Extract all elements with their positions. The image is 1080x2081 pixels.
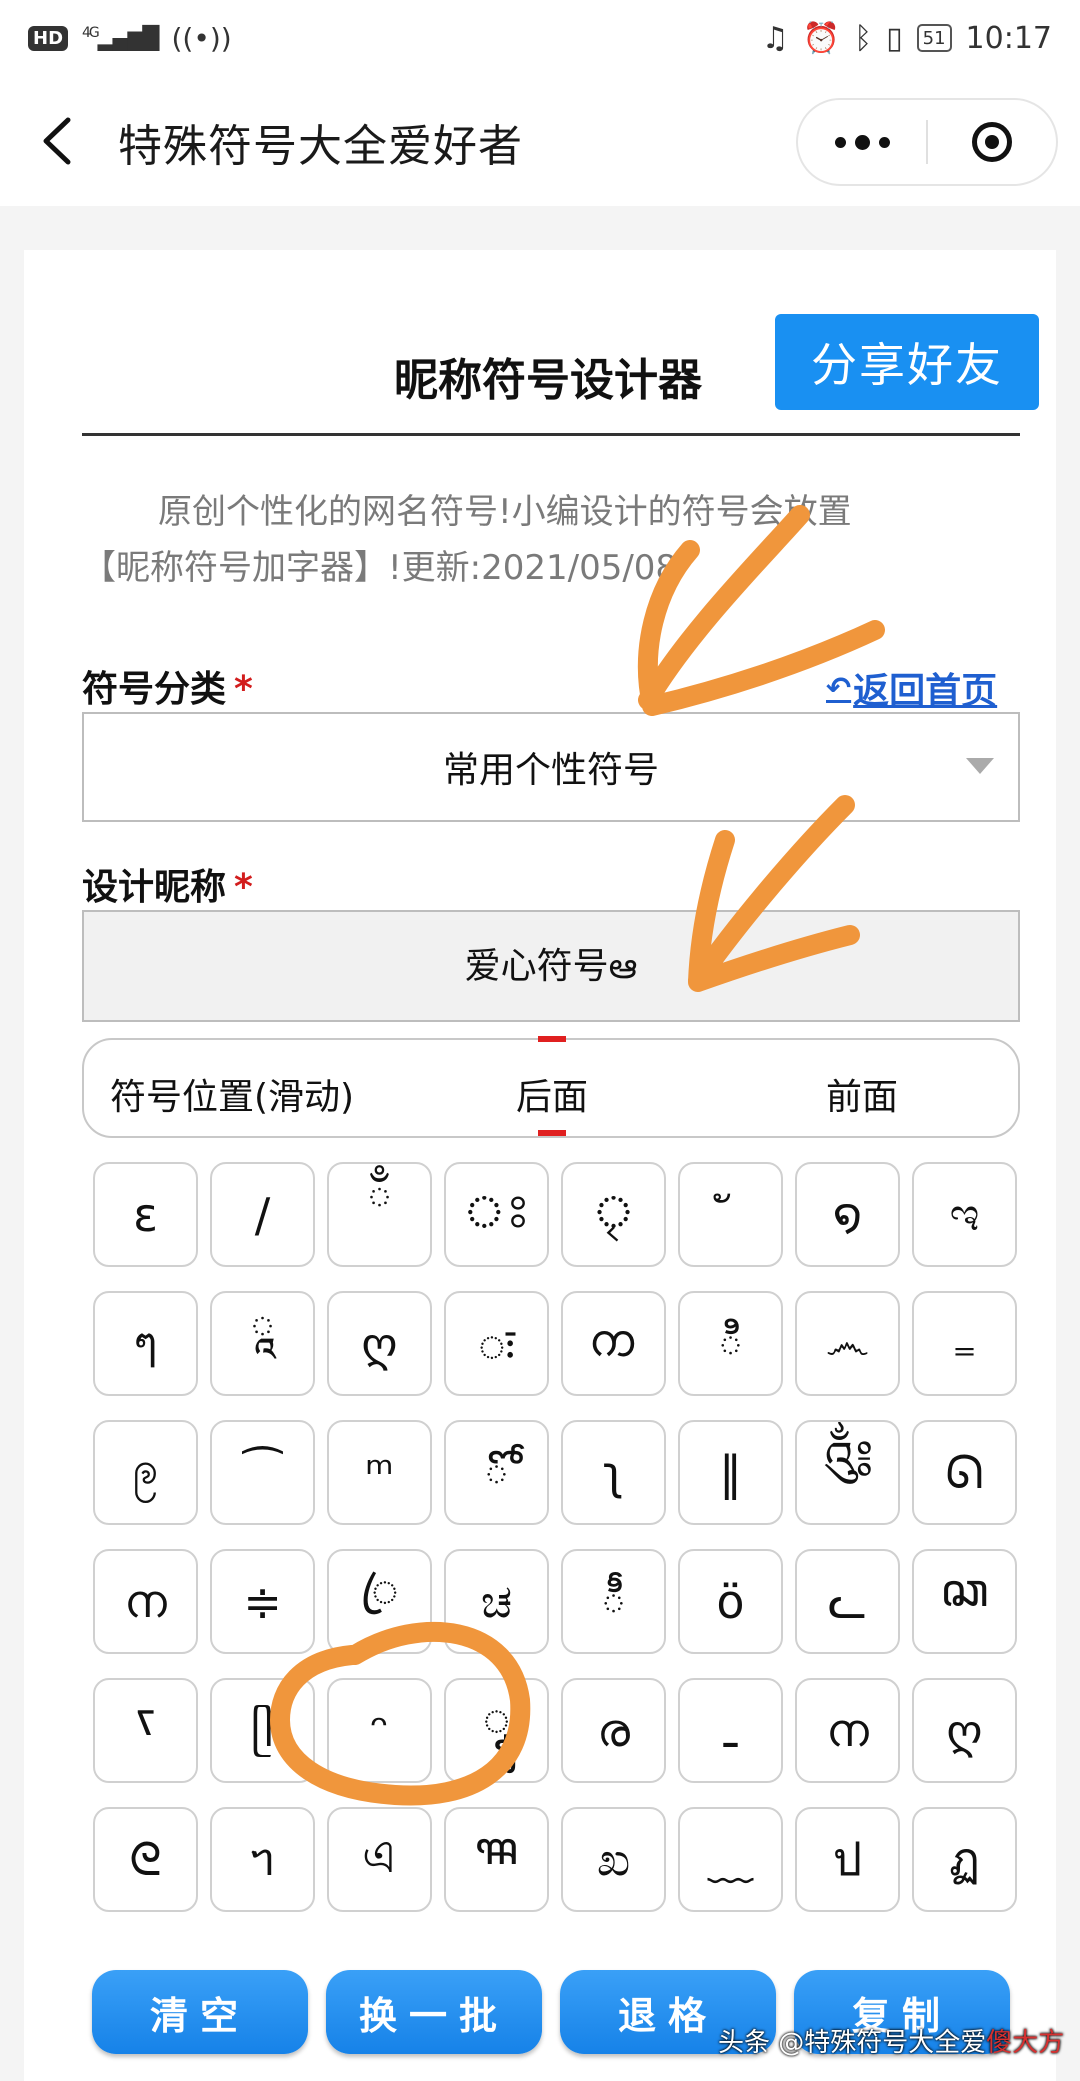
- symbol-cell[interactable]: /: [210, 1162, 315, 1267]
- page-title: 昵称符号设计器: [394, 355, 702, 406]
- symbol-cell[interactable]: ో: [444, 1420, 549, 1525]
- symbol-cell[interactable]: ന: [795, 1678, 900, 1783]
- selected-indicator-bottom: [538, 1130, 566, 1136]
- required-mark: *: [234, 867, 253, 908]
- symbol-cell[interactable]: ≑: [210, 1549, 315, 1654]
- symbol-cell[interactable]: ः: [444, 1291, 549, 1396]
- symbol-cell[interactable]: ꦯ: [444, 1807, 549, 1912]
- symbol-cell[interactable]: ༃: [795, 1420, 900, 1525]
- watermark-brand: 傻大方: [986, 2028, 1065, 2058]
- position-label: 符号位置(滑动): [110, 1077, 355, 1118]
- symbol-cell[interactable]: ـ: [678, 1678, 783, 1783]
- intro-line-1: 原创个性化的网名符号!小编设计的符号会放置: [158, 492, 852, 532]
- more-icon: [834, 136, 846, 148]
- nickname-label: 设计昵称 *: [82, 858, 253, 910]
- title-divider: [82, 433, 1020, 436]
- return-home-label: 返回首页: [853, 671, 998, 712]
- shuffle-button[interactable]: 换一批: [326, 1970, 542, 2054]
- symbol-cell[interactable]: ᘏ: [912, 1420, 1017, 1525]
- symbol-cell[interactable]: ᥐ: [210, 1807, 315, 1912]
- vibrate-icon: ▯: [886, 20, 903, 56]
- symbol-cell[interactable]: ᵔ: [327, 1678, 432, 1783]
- bluetooth-icon: ᛒ: [854, 20, 873, 56]
- symbol-cell[interactable]: ღ: [912, 1678, 1017, 1783]
- symbol-cell[interactable]: ಖ: [561, 1807, 666, 1912]
- battery-icon: 51: [916, 24, 952, 52]
- symbol-cell[interactable]: ര: [561, 1678, 666, 1783]
- more-options-button[interactable]: [798, 100, 926, 184]
- symbol-cell[interactable]: ฏ: [912, 1807, 1017, 1912]
- watermark-prefix: 头条 @特殊符号大全爱: [718, 2028, 987, 2058]
- nav-bar: 特殊符号大全爱好者: [0, 76, 1080, 206]
- required-mark: *: [234, 669, 253, 710]
- category-label: 符号分类 *: [82, 660, 253, 712]
- symbol-cell[interactable]: ෴: [795, 1291, 900, 1396]
- alarm-icon: ⏰: [802, 20, 841, 56]
- category-label-text: 符号分类: [82, 669, 227, 710]
- signal-icon: 4G▂▄▆█: [82, 24, 159, 52]
- symbol-cell[interactable]: ₌: [912, 1291, 1017, 1396]
- symbol-cell[interactable]: ి: [678, 1291, 783, 1396]
- chevron-down-icon: [966, 758, 994, 774]
- symbol-cell[interactable]: ɛ: [93, 1162, 198, 1267]
- symbol-cell[interactable]: ྃ: [327, 1162, 432, 1267]
- position-option-before[interactable]: 前面: [826, 1068, 898, 1120]
- symbol-cell[interactable]: ꦕ: [912, 1549, 1017, 1654]
- symbol-position-picker[interactable]: 符号位置(滑动) 后面 前面: [82, 1036, 1020, 1138]
- wifi-icon: ((•)): [171, 21, 232, 55]
- symbol-cell[interactable]: ీ: [561, 1549, 666, 1654]
- watermark: 头条 @特殊符号大全爱傻大方: [718, 2022, 1064, 2059]
- symbol-cell[interactable]: ന: [93, 1549, 198, 1654]
- symbol-cell[interactable]: ั: [678, 1162, 783, 1267]
- return-icon: ↶: [826, 670, 852, 706]
- clear-button[interactable]: 清空: [92, 1970, 308, 2054]
- mini-program-capsule: [796, 98, 1058, 186]
- symbol-cell[interactable]: ๆ: [93, 1291, 198, 1396]
- category-select[interactable]: 常用个性符号: [82, 712, 1020, 822]
- nav-title: 特殊符号大全爱好者: [118, 121, 523, 172]
- symbol-cell[interactable]: ö: [678, 1549, 783, 1654]
- clock-time: 10:17: [965, 20, 1052, 56]
- position-option-after[interactable]: 后面: [516, 1068, 588, 1120]
- back-arrow-icon[interactable]: [38, 116, 78, 166]
- symbol-cell[interactable]: ꧏ: [93, 1678, 198, 1783]
- symbol-cell[interactable]: এ: [327, 1807, 432, 1912]
- headphone-icon: ♫: [761, 20, 789, 56]
- symbol-cell[interactable]: ‖: [678, 1420, 783, 1525]
- symbol-cell[interactable]: ʅ: [561, 1420, 666, 1525]
- symbol-cell[interactable]: ᘓ: [93, 1807, 198, 1912]
- symbol-cell[interactable]: ಚ: [444, 1549, 549, 1654]
- symbol-cell[interactable]: ꦿ: [327, 1549, 432, 1654]
- symbol-cell[interactable]: ᥫ: [210, 1678, 315, 1783]
- category-selected-value: 常用个性符号: [442, 750, 659, 791]
- nickname-label-text: 设计昵称: [82, 867, 227, 908]
- share-friends-button[interactable]: 分享好友: [775, 314, 1039, 410]
- symbol-cell[interactable]: ဨ: [93, 1420, 198, 1525]
- nickname-preview-field[interactable]: 爱心符号ఆ: [82, 910, 1020, 1022]
- hd-icon: HD: [28, 25, 69, 51]
- symbol-cell[interactable]: ป: [795, 1807, 900, 1912]
- nickname-preview-text: 爱心符号ఆ: [464, 945, 638, 987]
- symbol-cell[interactable]: ໑: [795, 1162, 900, 1267]
- symbol-cell[interactable]: ᨠ: [561, 1291, 666, 1396]
- status-bar: HD 4G▂▄▆█ ((•)) ♫ ⏰ ᛒ ▯ 51 10:17: [0, 0, 1080, 76]
- symbol-cell[interactable]: ঃ: [444, 1162, 549, 1267]
- symbol-cell[interactable]: ᵐ: [327, 1420, 432, 1525]
- symbol-cell[interactable]: ৃ: [561, 1162, 666, 1267]
- more-icon-dot: [854, 134, 870, 150]
- symbol-cell[interactable]: ⁀: [210, 1420, 315, 1525]
- more-icon-dot: [878, 136, 890, 148]
- symbol-cell[interactable]: ꦹ: [444, 1678, 549, 1783]
- return-home-link[interactable]: ↶ 返回首页: [826, 662, 997, 714]
- symbol-cell[interactable]: ᓚ: [795, 1549, 900, 1654]
- symbol-cell[interactable]: ღ: [327, 1291, 432, 1396]
- symbol-cell[interactable]: ಇ: [912, 1162, 1017, 1267]
- target-icon: [972, 122, 1012, 162]
- selected-indicator-top: [538, 1036, 566, 1042]
- intro-line-2: 【昵称符号加字器】!更新:2021/05/08: [82, 548, 678, 588]
- symbol-cell[interactable]: ཱ: [210, 1291, 315, 1396]
- symbol-cell[interactable]: ﹏: [678, 1807, 783, 1912]
- close-mini-program-button[interactable]: [928, 100, 1056, 184]
- intro-text: 原创个性化的网名符号!小编设计的符号会放置 【昵称符号加字器】!更新:2021/…: [82, 484, 982, 596]
